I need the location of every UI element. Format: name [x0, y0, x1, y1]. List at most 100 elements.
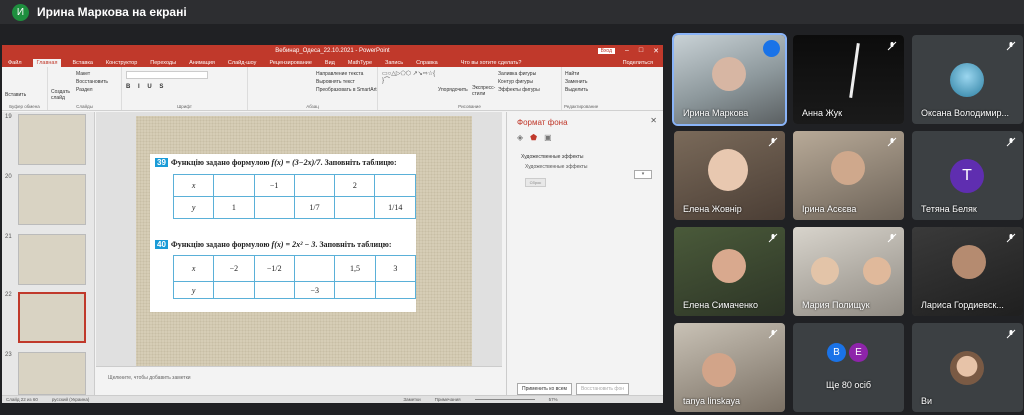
participant-tile[interactable]: Мария Полищук	[793, 227, 904, 316]
table-cell: −2	[213, 255, 255, 282]
presentation-banner: И Ирина Маркова на екрані	[0, 0, 1024, 24]
question-number: 39	[155, 158, 168, 167]
reset-background-button[interactable]: Восстановить фон	[575, 383, 630, 395]
mic-off-icon	[768, 233, 778, 243]
tab-help[interactable]: Справка	[414, 59, 440, 67]
tab-mathtype[interactable]: MathType	[346, 59, 374, 67]
art-effects-dropdown[interactable]: ▾	[634, 170, 652, 179]
self-tile[interactable]: Ви	[912, 323, 1023, 412]
thumb-number: 20	[5, 174, 12, 180]
tab-slideshow[interactable]: Слайд-шоу	[226, 59, 259, 67]
participant-name: Оксана Володимир...	[921, 108, 1009, 118]
tab-file[interactable]: Файл	[6, 59, 24, 67]
new-slide-button[interactable]: Создать слайд	[51, 89, 71, 101]
tab-design[interactable]: Конструктор	[104, 59, 139, 67]
slide-thumbnail[interactable]	[18, 174, 86, 225]
participant-tile[interactable]: Елена Симаченко	[674, 227, 785, 316]
shape-outline-button[interactable]: Контур фигуры	[498, 78, 540, 86]
ribbon-tabs: Файл Главная Вставка Конструктор Переход…	[2, 56, 663, 67]
ppt-title-bar: Вебинар_Одеса_22.10.2021 - PowerPoint Вх…	[2, 45, 663, 56]
layout-button[interactable]: Макет	[76, 70, 108, 78]
participant-name: Ірина Асєєва	[802, 204, 857, 214]
reset-button[interactable]: Восстановить	[76, 78, 108, 86]
quick-styles-button[interactable]: Экспресс-стили	[472, 85, 495, 97]
picture-icon[interactable]: ▣	[544, 133, 552, 142]
tab-home[interactable]: Главная	[32, 59, 62, 67]
mic-off-icon	[887, 137, 897, 147]
participant-name: Анна Жук	[802, 108, 843, 118]
shape-effects-button[interactable]: Эффекты фигуры	[498, 86, 540, 94]
notes-toggle[interactable]: Заметки	[403, 397, 420, 402]
shape-fill-button[interactable]: Заливка фигуры	[498, 70, 540, 78]
comments-toggle[interactable]: Примечания	[435, 397, 461, 402]
status-bar: Слайд 22 из 60 русский (Украина) Заметки…	[2, 395, 663, 403]
text-direction-button[interactable]: Направление текста	[316, 70, 377, 78]
tab-record[interactable]: Запись	[383, 59, 405, 67]
participant-name: Ирина Маркова	[683, 108, 749, 118]
arrange-button[interactable]: Упорядочить	[438, 87, 468, 93]
minimize-icon[interactable]: –	[625, 47, 629, 54]
share-button[interactable]: Поделиться	[621, 59, 655, 67]
drawing-group: ▭○△▷⬠⬡ ↗↘⇨☆{ }⌒ Упорядочить Экспресс-сти…	[378, 67, 562, 110]
table-cell	[293, 174, 336, 197]
participant-tile[interactable]: Анна Жук	[793, 35, 904, 124]
close-icon[interactable]: ✕	[653, 47, 659, 55]
avatar: T	[950, 159, 984, 193]
apply-to-all-button[interactable]: Применить ко всем	[517, 383, 572, 395]
participant-tile[interactable]: T Тетяна Беляк	[912, 131, 1023, 220]
question-number: 40	[155, 240, 168, 249]
fill-icon[interactable]: ◈	[517, 133, 523, 142]
ppt-window-title: Вебинар_Одеса_22.10.2021 - PowerPoint	[275, 47, 390, 54]
more-participants-label: Ще 80 осіб	[825, 380, 872, 390]
presenter-avatar: И	[12, 3, 29, 21]
slide-thumbnail[interactable]	[18, 114, 86, 165]
participant-tile[interactable]: tanya linskaya	[674, 323, 785, 412]
mic-off-icon	[887, 233, 897, 243]
notes-pane[interactable]: Щелкните, чтобы добавить заметки	[96, 366, 502, 395]
table-cell: −1	[253, 174, 295, 197]
pane-title: Формат фона	[517, 118, 568, 127]
mic-off-icon	[1006, 137, 1016, 147]
zoom-slider[interactable]	[474, 399, 535, 400]
mic-off-icon	[1006, 329, 1016, 339]
current-slide[interactable]: 39 Функцію задано формулою f(x) = (3−2x)/…	[136, 116, 472, 366]
close-pane-icon[interactable]: ✕	[650, 116, 657, 125]
participant-tile[interactable]: Оксана Володимир...	[912, 35, 1023, 124]
art-effects-section[interactable]: Художественные эффекты	[507, 142, 663, 160]
mic-off-icon	[1006, 41, 1016, 51]
slide-thumbnail-selected[interactable]	[18, 292, 86, 343]
participant-tile[interactable]: Ірина Асєєва	[793, 131, 904, 220]
select-button[interactable]: Выделить	[565, 86, 659, 94]
table-cell	[374, 174, 416, 197]
paragraph-label: Абзац	[306, 104, 319, 109]
sign-in-button[interactable]: Вход	[597, 47, 615, 54]
slide-thumbnail[interactable]	[18, 234, 86, 285]
more-participants-tile[interactable]: B E Ще 80 осіб	[793, 323, 904, 412]
tab-animation[interactable]: Анимация	[187, 59, 217, 67]
table-cell: 2	[334, 174, 376, 197]
tab-review[interactable]: Рецензирование	[267, 59, 313, 67]
reset-button[interactable]: Сброс	[525, 178, 546, 187]
effects-icon[interactable]: ⬟	[530, 133, 537, 142]
participant-tile[interactable]: Ирина Маркова	[672, 33, 787, 126]
smartart-button[interactable]: Преобразовать в SmartArt	[316, 86, 377, 94]
function-table-40: x −2 −1/2 1,5 3 y −3	[172, 255, 417, 299]
tab-view[interactable]: Вид	[323, 59, 337, 67]
maximize-icon[interactable]: □	[639, 47, 643, 54]
participant-tile[interactable]: Лариса Гордиевск...	[912, 227, 1023, 316]
tab-transitions[interactable]: Переходы	[148, 59, 178, 67]
question-formula: f(x) = (3−2x)/7	[271, 158, 321, 167]
participant-tile[interactable]: Елена Жовнір	[674, 131, 785, 220]
align-text-button[interactable]: Выровнять текст	[316, 78, 377, 86]
section-button[interactable]: Раздел	[76, 86, 108, 94]
table-cell: 1,5	[334, 255, 376, 282]
paste-button[interactable]: Вставить	[5, 91, 26, 99]
participant-name: Ви	[921, 396, 933, 406]
replace-button[interactable]: Заменить	[565, 78, 659, 86]
tab-insert[interactable]: Вставка	[70, 59, 94, 67]
table-cell: y	[172, 196, 215, 219]
slide-thumbnail[interactable]	[18, 352, 86, 395]
tell-me-search[interactable]: Что вы хотите сделать?	[459, 59, 524, 67]
find-button[interactable]: Найти	[565, 70, 659, 78]
mic-off-icon	[768, 329, 778, 339]
